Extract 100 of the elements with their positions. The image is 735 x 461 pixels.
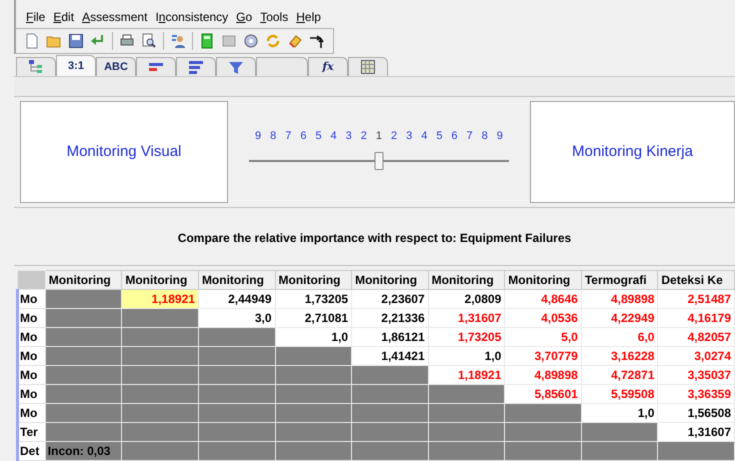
matrix-cell[interactable]: 2,71081 — [275, 308, 352, 328]
matrix-cell[interactable]: 3,0274 — [658, 346, 734, 366]
matrix-cell[interactable]: 1,31607 — [658, 422, 734, 442]
magnifier-icon[interactable] — [141, 33, 157, 49]
left-node-box[interactable]: Monitoring Visual — [20, 101, 228, 203]
matrix-cell[interactable]: 1,18921 — [122, 290, 198, 308]
matrix-cell[interactable]: 4,82057 — [658, 328, 734, 346]
scale-label: 6 — [300, 128, 306, 144]
inconsistency-ratio: Incon: 0,03 — [45, 442, 122, 460]
matrix-cell[interactable]: 1,31607 — [428, 308, 505, 328]
matrix-cell[interactable]: 1,73205 — [428, 328, 505, 346]
row-header[interactable]: Det — [18, 442, 46, 460]
matrix-cell[interactable]: 2,21336 — [352, 308, 428, 328]
calculator-icon[interactable] — [199, 33, 215, 49]
comparison-prompt: Compare the relative importance with respect to: Equipment Failures — [178, 230, 572, 246]
tab[interactable] — [216, 57, 256, 76]
tab[interactable]: 3:1 — [56, 55, 96, 76]
matrix-cell[interactable]: 1,56508 — [658, 404, 734, 422]
matrix-cell[interactable]: 4,22949 — [581, 308, 658, 328]
column-header[interactable]: Monitoring — [504, 270, 582, 290]
scale-label: 6 — [451, 128, 458, 144]
matrix-cell[interactable]: 1,0 — [275, 328, 352, 346]
people-icon[interactable] — [170, 33, 186, 49]
matrix-cell[interactable]: 3,35037 — [658, 366, 734, 384]
matrix-cell[interactable]: 2,44949 — [198, 290, 276, 308]
scale-label: 9 — [255, 128, 262, 144]
menu-item[interactable]: Tools — [260, 8, 288, 26]
scale-label: 4 — [421, 128, 428, 144]
scale-label: 1 — [376, 128, 382, 144]
matrix-cell[interactable]: 1,86121 — [352, 328, 428, 346]
tab[interactable] — [16, 57, 56, 76]
column-header[interactable]: Monitoring — [275, 270, 352, 290]
scale-label: 2 — [360, 128, 367, 144]
matrix-cell[interactable]: 1,18921 — [428, 366, 505, 384]
column-header[interactable]: Termografi — [581, 270, 658, 290]
right-node-box[interactable]: Monitoring Kinerja — [530, 101, 735, 203]
column-header[interactable]: Deteksi Ke — [658, 270, 734, 290]
slider-thumb[interactable] — [374, 152, 384, 170]
matrix-cell[interactable]: 4,89898 — [581, 290, 658, 308]
matrix-cell[interactable]: 2,0809 — [428, 290, 505, 308]
matrix-cell[interactable]: 3,70779 — [504, 346, 582, 366]
scale-label: 9 — [496, 128, 503, 144]
scale-label: 3 — [346, 128, 352, 144]
scale-label: 8 — [270, 128, 276, 144]
menu-item[interactable]: File — [26, 8, 46, 26]
tab[interactable] — [348, 57, 388, 76]
matrix-cell[interactable]: 2,23607 — [352, 290, 428, 308]
matrix-cell[interactable]: 3,36359 — [658, 384, 734, 404]
column-header[interactable]: Monitoring — [45, 270, 122, 290]
scale-label: 7 — [285, 128, 292, 144]
row-header[interactable]: Mo — [18, 404, 46, 422]
column-header[interactable]: Monitoring — [198, 270, 276, 290]
matrix-cell[interactable]: 3,16228 — [581, 346, 658, 366]
matrix-cell[interactable]: 3,0 — [198, 308, 276, 328]
matrix-cell[interactable]: 1,73205 — [275, 290, 352, 308]
matrix-cell[interactable]: 5,0 — [504, 328, 582, 346]
matrix-cell[interactable]: 4,89898 — [504, 366, 582, 384]
matrix-cell[interactable]: 2,51487 — [658, 290, 734, 308]
matrix-cell[interactable]: 5,59508 — [581, 384, 658, 404]
matrix-cell[interactable]: 4,72871 — [581, 366, 658, 384]
eraser-icon[interactable] — [287, 33, 303, 49]
matrix-cell[interactable]: 5,85601 — [504, 384, 582, 404]
row-header[interactable]: Mo — [18, 346, 46, 366]
matrix-cell[interactable]: 1,0 — [428, 346, 505, 366]
scale-label: 2 — [390, 128, 398, 144]
menu-item[interactable]: Inconsistency — [155, 8, 228, 26]
matrix-cell[interactable]: 6,0 — [581, 328, 658, 346]
menu-item[interactable]: Help — [296, 8, 321, 26]
menu-item[interactable]: Edit — [53, 8, 74, 26]
scale-label: 4 — [330, 128, 337, 144]
column-header[interactable]: Monitoring — [122, 270, 198, 290]
matrix-cell[interactable]: 4,8646 — [504, 290, 582, 308]
scale-label: 7 — [466, 128, 473, 144]
floppy-icon[interactable] — [68, 33, 84, 49]
scale-label: 8 — [482, 128, 488, 144]
menu-item[interactable]: Assessment — [82, 8, 148, 26]
bars-icon — [188, 59, 204, 75]
matrix-cell[interactable]: 4,16179 — [658, 308, 734, 328]
hierarchy-icon — [28, 59, 44, 75]
tab[interactable]: ABC — [96, 57, 136, 76]
tab[interactable] — [176, 57, 216, 76]
row-header[interactable]: Mo — [18, 384, 46, 404]
tab[interactable] — [136, 57, 176, 76]
menu-item[interactable]: Go — [236, 8, 252, 26]
row-header[interactable]: Mo — [18, 308, 46, 328]
matrix-cell[interactable]: 1,41421 — [352, 346, 428, 366]
row-header[interactable]: Mo — [18, 290, 46, 308]
matrix-cell[interactable]: 4,0536 — [504, 308, 582, 328]
row-header[interactable]: Mo — [18, 328, 46, 346]
arrows-icon[interactable] — [309, 33, 325, 49]
column-header[interactable]: Monitoring — [352, 270, 428, 290]
scale-label: 3 — [406, 128, 412, 144]
matrix-cell[interactable]: 1,0 — [581, 404, 658, 422]
scale-label: 5 — [436, 128, 442, 144]
column-header[interactable]: Monitoring — [428, 270, 505, 290]
row-header[interactable]: Mo — [18, 366, 46, 384]
tab[interactable]: fx — [308, 57, 348, 76]
document-icon[interactable] — [24, 33, 40, 49]
row-header[interactable]: Ter — [18, 422, 46, 442]
table-icon — [360, 59, 376, 75]
